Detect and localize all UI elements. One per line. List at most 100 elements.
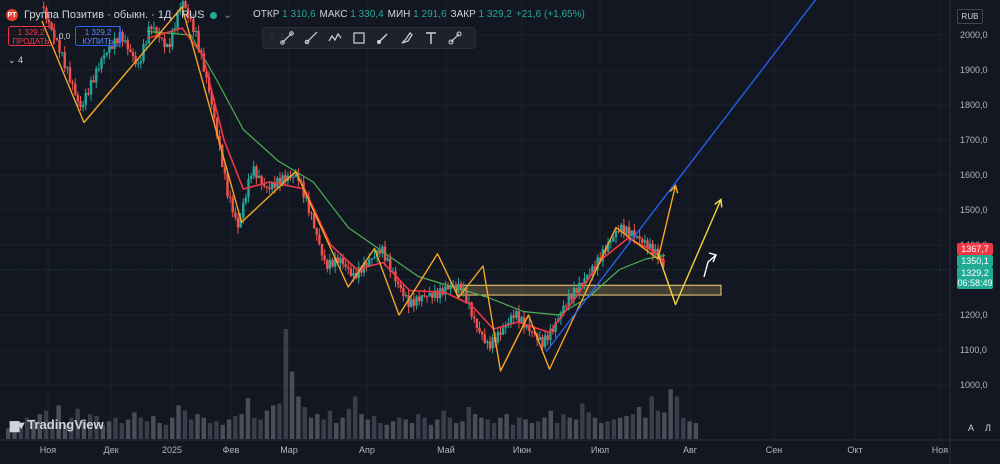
candle-body bbox=[66, 67, 69, 69]
volume-bar bbox=[371, 415, 377, 439]
candle-body bbox=[431, 292, 434, 298]
volume-bar bbox=[687, 421, 692, 439]
polyline-icon[interactable] bbox=[323, 28, 347, 48]
candle-body bbox=[496, 332, 500, 343]
candle-body bbox=[121, 31, 124, 42]
candle-body bbox=[410, 299, 413, 307]
trend-line-icon[interactable] bbox=[275, 28, 299, 48]
log-scale-button[interactable]: Л bbox=[980, 421, 996, 435]
candle-body bbox=[326, 260, 329, 269]
brush-icon[interactable] bbox=[371, 28, 395, 48]
candle-body bbox=[567, 294, 570, 306]
tradingview-logo-text: TradingView bbox=[27, 417, 104, 432]
volume-bar bbox=[151, 415, 156, 439]
candle-body bbox=[402, 288, 405, 297]
symbol-title[interactable]: Группа Позитив · обыкн. · 1Д · RUS bbox=[24, 9, 204, 21]
candle-body bbox=[163, 38, 166, 48]
x-tick-label: 2025 bbox=[162, 445, 182, 455]
candle-body bbox=[223, 167, 227, 174]
candle-body bbox=[575, 288, 578, 293]
candle-body bbox=[63, 52, 66, 69]
ohlc-key: ЗАКР bbox=[450, 9, 479, 20]
volume-bar bbox=[201, 417, 206, 439]
price-label-ema-slow: 1350,1 bbox=[957, 255, 993, 267]
candle-body bbox=[265, 186, 269, 188]
candle-body bbox=[530, 331, 534, 333]
ohlc-readout: ОТКР 1 310,6 МАКС 1 330,4 МИН 1 291,6 ЗАКР … bbox=[253, 9, 589, 20]
volume-bar bbox=[239, 414, 244, 439]
text-icon[interactable] bbox=[419, 28, 443, 48]
volume-bar bbox=[233, 415, 238, 439]
rectangle-icon[interactable] bbox=[347, 28, 371, 48]
y-tick-label: 1100,0 bbox=[960, 345, 987, 355]
indicators-toggle[interactable]: ⌄ 4 bbox=[8, 55, 23, 66]
candle-body bbox=[635, 236, 639, 238]
tradingview-logo[interactable]: ▆▾ TradingView bbox=[10, 417, 104, 432]
volume-bar bbox=[327, 410, 333, 439]
volume-bar bbox=[384, 424, 389, 439]
candle-body bbox=[144, 43, 148, 45]
volume-bar bbox=[599, 423, 604, 439]
candle-body bbox=[160, 37, 164, 39]
candle-body bbox=[480, 331, 484, 335]
candle-body bbox=[129, 49, 132, 52]
candle-body bbox=[648, 243, 652, 249]
volume-bar bbox=[144, 421, 150, 439]
x-tick-label: Май bbox=[437, 445, 455, 455]
candle-body bbox=[512, 315, 515, 318]
currency-selector[interactable]: RUB bbox=[957, 9, 983, 24]
auto-scale-button[interactable]: A bbox=[963, 421, 979, 435]
candle-body bbox=[630, 230, 633, 237]
candle-body bbox=[131, 51, 135, 57]
volume-bar bbox=[561, 414, 566, 439]
candle-body bbox=[483, 334, 486, 344]
y-tick-label: 1200,0 bbox=[960, 310, 988, 320]
candle-body bbox=[486, 341, 489, 344]
volume-bar bbox=[252, 417, 257, 439]
candle-body bbox=[102, 55, 106, 59]
volume-bar bbox=[592, 417, 598, 439]
candle-body bbox=[310, 212, 313, 214]
candle-body bbox=[71, 82, 74, 84]
volume-bar bbox=[353, 396, 358, 439]
candle-body bbox=[81, 104, 85, 108]
candle-body bbox=[570, 294, 573, 300]
volume-bar bbox=[397, 417, 402, 439]
volume-bar bbox=[334, 423, 339, 439]
volume-bar bbox=[586, 412, 591, 439]
measure-icon[interactable] bbox=[443, 28, 467, 48]
sell-price: 1 329,2 bbox=[17, 28, 45, 37]
candle-body bbox=[79, 101, 82, 108]
highlighter-icon[interactable] bbox=[395, 28, 419, 48]
candle-body bbox=[541, 337, 544, 347]
sell-button[interactable]: 1 329,2 ПРОДАТЬ bbox=[8, 26, 54, 46]
candle-body bbox=[194, 30, 198, 33]
volume-bar bbox=[605, 421, 610, 439]
buy-button[interactable]: 1 329,2 КУПИТЬ bbox=[75, 26, 122, 46]
candle-body bbox=[139, 61, 143, 64]
candle-body bbox=[617, 231, 620, 233]
volume-bar bbox=[138, 417, 143, 439]
x-tick-label: Июн bbox=[513, 445, 531, 455]
price-chart[interactable]: 1000,01100,01200,01300,01400,01500,01600… bbox=[0, 0, 1000, 464]
trend-line bbox=[545, 0, 817, 353]
volume-bar bbox=[321, 419, 326, 439]
candle-body bbox=[339, 257, 342, 264]
volume-bar bbox=[409, 423, 415, 439]
volume-bar bbox=[517, 417, 522, 439]
candle-body bbox=[152, 27, 156, 29]
y-tick-label: 2000,0 bbox=[960, 30, 988, 40]
candle-body bbox=[373, 256, 376, 259]
candle-body bbox=[231, 197, 234, 213]
volume-bar bbox=[643, 417, 648, 439]
candle-body bbox=[97, 68, 101, 70]
drag-handle-icon[interactable]: ⋮⋮ bbox=[267, 30, 287, 46]
volume-bar bbox=[485, 419, 490, 439]
volume-bar bbox=[617, 417, 623, 439]
volume-bar bbox=[188, 419, 194, 439]
volume-bar bbox=[636, 407, 642, 439]
x-tick-label: Апр bbox=[359, 445, 375, 455]
chevron-down-icon[interactable]: ⌄ bbox=[223, 10, 231, 21]
volume-bar bbox=[125, 419, 131, 439]
ray-icon[interactable] bbox=[299, 28, 323, 48]
